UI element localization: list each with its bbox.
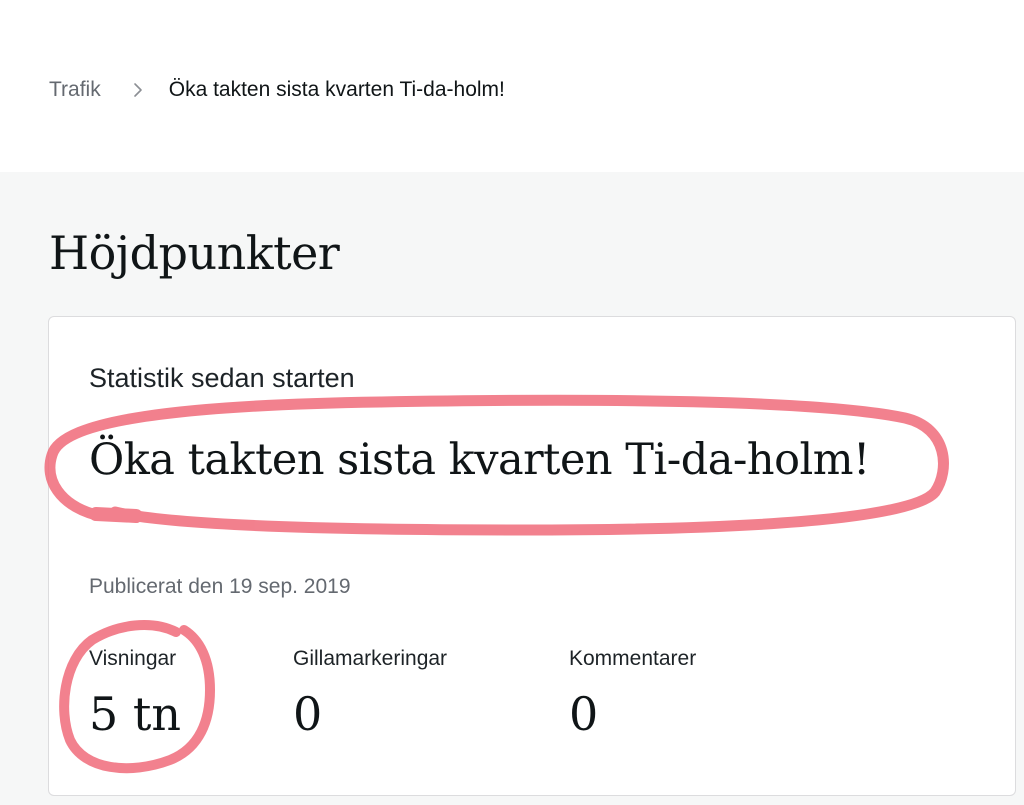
section-title: Höjdpunkter <box>49 226 340 280</box>
breadcrumb: Trafik Öka takten sista kvarten Ti-da-ho… <box>49 78 505 102</box>
stat-likes: Gillamarkeringar 0 <box>293 647 447 741</box>
breadcrumb-current: Öka takten sista kvarten Ti-da-holm! <box>168 78 505 101</box>
stat-likes-label: Gillamarkeringar <box>293 647 448 670</box>
stat-views-value: 5 tn <box>89 687 181 741</box>
breadcrumb-link-trafik[interactable]: Trafik <box>49 78 101 102</box>
post-title-link[interactable]: Öka takten sista kvarten Ti-da-holm! <box>89 435 870 485</box>
top-bar: Trafik Öka takten sista kvarten Ti-da-ho… <box>0 0 1024 172</box>
chevron-right-icon <box>133 82 143 98</box>
stat-comments: Kommentarer 0 <box>569 647 696 741</box>
highlights-card: Statistik sedan starten Öka takten sista… <box>48 316 1016 796</box>
card-heading: Statistik sedan starten <box>89 363 355 393</box>
published-date: Publicerat den 19 sep. 2019 <box>89 575 351 598</box>
main-content: Höjdpunkter Statistik sedan starten Öka … <box>0 172 1024 805</box>
stat-views-label: Visningar <box>89 647 177 670</box>
stat-views: Visningar 5 tn <box>89 647 181 741</box>
stat-comments-value: 0 <box>569 687 599 741</box>
stat-comments-label: Kommentarer <box>569 647 697 670</box>
stat-likes-value: 0 <box>293 687 323 741</box>
